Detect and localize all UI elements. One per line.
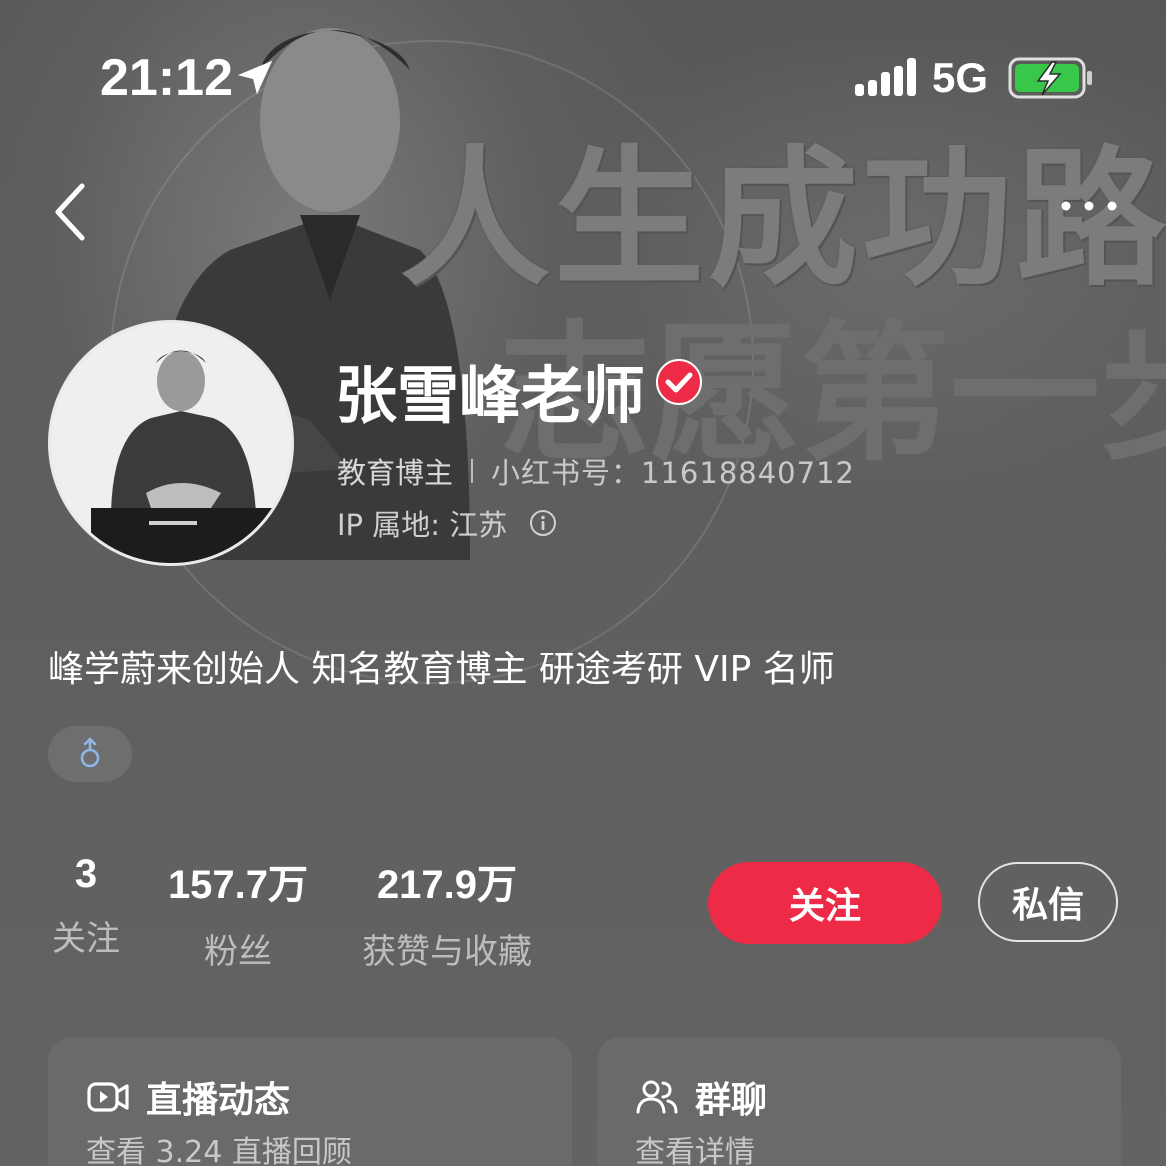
stat-following[interactable]: 3 关注 <box>48 852 124 960</box>
ip-location: IP 属地: 江苏 <box>337 508 508 542</box>
status-time: 21:12 <box>100 49 233 107</box>
live-updates-card[interactable]: 直播动态 查看 3.24 直播回顾 <box>48 1037 572 1166</box>
avatar[interactable] <box>48 320 294 566</box>
profile-bio: 峰学蔚来创始人 知名教育博主 研途考研 VIP 名师 <box>48 649 835 690</box>
profile-red-id: 小红书号：11618840712 <box>491 456 855 490</box>
stat-followers-value: 157.7万 <box>167 863 309 907</box>
network-type: 5G <box>932 54 989 101</box>
live-updates-subtitle: 查看 3.24 直播回顾 <box>86 1135 352 1166</box>
group-chat-title: 群聊 <box>695 1080 768 1121</box>
info-icon[interactable] <box>529 509 557 537</box>
group-chat-title-row: 群聊 <box>635 1071 767 1123</box>
signal-strength-icon <box>855 58 916 96</box>
back-chevron-icon[interactable] <box>48 180 92 244</box>
live-updates-title-row: 直播动态 <box>86 1071 290 1123</box>
stat-likes-collects[interactable]: 217.9万 获赞与收藏 <box>355 852 539 973</box>
ip-location-row: IP 属地: 江苏 <box>337 502 557 544</box>
profile-meta-row: 教育博主 小红书号：11618840712 <box>337 450 855 492</box>
stat-followers-label: 粉丝 <box>204 932 272 972</box>
verified-badge-icon <box>656 359 702 405</box>
stat-followers[interactable]: 157.7万 粉丝 <box>162 852 314 973</box>
meta-divider <box>471 459 474 483</box>
stat-likes-collects-value: 217.9万 <box>376 863 518 907</box>
avatar-photo <box>51 323 291 563</box>
profile-screen: 人生成功路 志愿第一步 21:12 5G <box>0 0 1166 1166</box>
profile-category: 教育博主 <box>337 456 454 490</box>
profile-name: 张雪峰老师 <box>335 359 646 432</box>
stat-following-label: 关注 <box>52 919 120 959</box>
stat-likes-collects-label: 获赞与收藏 <box>362 932 532 972</box>
group-chat-subtitle: 查看详情 <box>635 1135 755 1166</box>
location-arrow-icon <box>237 60 273 95</box>
video-camera-icon <box>87 1082 129 1112</box>
message-button[interactable]: 私信 <box>978 862 1118 942</box>
more-options-icon[interactable] <box>1056 196 1122 216</box>
gender-tag <box>48 726 132 782</box>
stat-following-value: 3 <box>74 852 98 896</box>
battery-charging-icon <box>1008 57 1092 99</box>
follow-button[interactable]: 关注 <box>708 862 942 944</box>
live-updates-title: 直播动态 <box>146 1080 291 1121</box>
male-gender-icon <box>80 737 100 768</box>
group-users-icon <box>636 1080 678 1114</box>
banner-title-line1: 人生成功路 <box>400 133 1166 307</box>
group-chat-card[interactable]: 群聊 查看详情 <box>597 1037 1121 1166</box>
